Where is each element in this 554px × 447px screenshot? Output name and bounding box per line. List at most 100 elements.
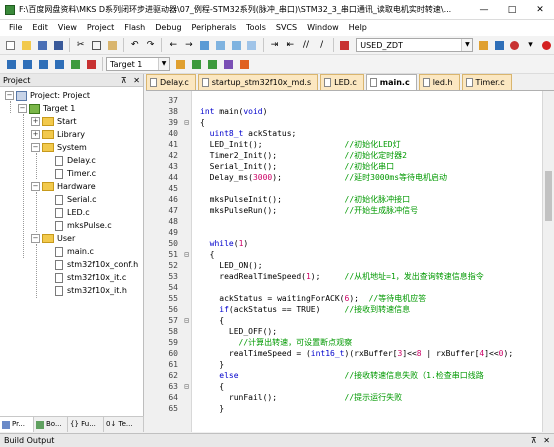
find-icon[interactable]: [476, 38, 490, 52]
code-line[interactable]: 49: [146, 227, 542, 238]
code-line[interactable]: 50 while(1): [146, 238, 542, 249]
code-line[interactable]: 52 LED_ON();: [146, 260, 542, 271]
collapse-icon[interactable]: −: [18, 104, 27, 113]
menu-help[interactable]: Help: [344, 20, 372, 36]
code-line[interactable]: 53 readRealTimeSpeed(1); //从机地址=1，发出查询转速…: [146, 271, 542, 282]
code-line[interactable]: 65 }: [146, 403, 542, 414]
rebuild-icon[interactable]: [36, 57, 50, 71]
tab-functions[interactable]: {} Fu...: [68, 417, 104, 432]
collapse-icon[interactable]: −: [31, 182, 40, 191]
tree-file[interactable]: LED.c: [0, 206, 143, 219]
close-icon[interactable]: ✕: [543, 436, 550, 445]
menu-tools[interactable]: Tools: [241, 20, 271, 36]
save-all-icon[interactable]: [51, 38, 65, 52]
menu-svcs[interactable]: SVCS: [271, 20, 302, 36]
tree-file[interactable]: Timer.c: [0, 167, 143, 180]
tree-root-project[interactable]: − Project: Project: [0, 89, 143, 102]
bookmark-prev-icon[interactable]: [214, 38, 228, 52]
collapse-icon[interactable]: −: [5, 91, 14, 100]
bookmark-clear-icon[interactable]: [245, 38, 259, 52]
code-line[interactable]: 54: [146, 282, 542, 293]
tree-group-user[interactable]: − User: [0, 232, 143, 245]
vertical-scrollbar[interactable]: [542, 91, 554, 432]
incremental-find-icon[interactable]: [492, 38, 506, 52]
code-line[interactable]: 45: [146, 183, 542, 194]
code-line[interactable]: 64 runFail(); //提示运行失败: [146, 392, 542, 403]
tab-templates[interactable]: 0↓ Te...: [104, 417, 144, 432]
manage-components-icon[interactable]: [205, 57, 219, 71]
debug-session-icon[interactable]: [508, 38, 522, 52]
tree-target[interactable]: − Target 1: [0, 102, 143, 115]
tree-file[interactable]: stm32f10x_it.c: [0, 271, 143, 284]
paste-icon[interactable]: [105, 38, 119, 52]
maximize-button[interactable]: □: [498, 0, 526, 20]
tab-timer-c[interactable]: Timer.c: [461, 74, 512, 90]
expand-icon[interactable]: +: [31, 130, 40, 139]
menu-window[interactable]: Window: [302, 20, 344, 36]
tab-books[interactable]: Bo...: [34, 417, 68, 432]
code-line[interactable]: 38 int main(void): [146, 106, 542, 117]
code-line[interactable]: 55 ackStatus = waitingForACK(6); //等待电机应…: [146, 293, 542, 304]
target-options-icon[interactable]: [173, 57, 187, 71]
target-combo[interactable]: USED_ZDT ▼: [356, 38, 474, 52]
close-icon[interactable]: ✕: [133, 76, 140, 85]
fold-toggle-icon[interactable]: ⊟: [182, 315, 191, 326]
tree-file[interactable]: main.c: [0, 245, 143, 258]
nav-forward-icon[interactable]: →: [182, 38, 196, 52]
tree-file[interactable]: stm32f10x_it.h: [0, 284, 143, 297]
expand-icon[interactable]: +: [31, 117, 40, 126]
debug-dropdown-icon[interactable]: ▾: [524, 38, 538, 52]
new-file-icon[interactable]: [4, 38, 18, 52]
close-button[interactable]: ✕: [526, 0, 554, 20]
tree-file[interactable]: Serial.c: [0, 193, 143, 206]
tree-file[interactable]: stm32f10x_conf.h: [0, 258, 143, 271]
tab-delay-c[interactable]: Delay.c: [146, 74, 196, 90]
tree-file[interactable]: mksPulse.c: [0, 219, 143, 232]
menu-debug[interactable]: Debug: [150, 20, 186, 36]
code-line[interactable]: 56 if(ackStatus == TRUE) //接收到转速信息: [146, 304, 542, 315]
code-line[interactable]: 48: [146, 216, 542, 227]
comment-icon[interactable]: //: [299, 38, 313, 52]
load-icon[interactable]: [68, 57, 82, 71]
cut-icon[interactable]: ✂: [74, 38, 88, 52]
select-packs-icon[interactable]: [237, 57, 251, 71]
code-line[interactable]: 40 uint8_t ackStatus;: [146, 128, 542, 139]
code-line[interactable]: 61 }: [146, 359, 542, 370]
tab-main-c[interactable]: main.c: [365, 74, 417, 90]
tree-group-hardware[interactable]: − Hardware: [0, 180, 143, 193]
scrollbar-thumb[interactable]: [545, 171, 552, 221]
code-line[interactable]: 37: [146, 95, 542, 106]
code-line[interactable]: 51 ⊟ {: [146, 249, 542, 260]
code-line[interactable]: 47 mksPulseRun(); //开始生成脉冲信号: [146, 205, 542, 216]
unindent-icon[interactable]: ⇤: [283, 38, 297, 52]
fold-toggle-icon[interactable]: ⊟: [182, 117, 191, 128]
tree-group-system[interactable]: − System: [0, 141, 143, 154]
save-icon[interactable]: [35, 38, 49, 52]
undo-icon[interactable]: ↶: [128, 38, 142, 52]
open-folder-icon[interactable]: [20, 38, 34, 52]
fold-toggle-icon[interactable]: ⊟: [182, 381, 191, 392]
code-line[interactable]: 46 mksPulseInit(); //初始化脉冲接口: [146, 194, 542, 205]
menu-project[interactable]: Project: [82, 20, 119, 36]
nav-back-icon[interactable]: ←: [166, 38, 180, 52]
code-line[interactable]: 42 Timer2_Init(); //初始化定时器2: [146, 150, 542, 161]
code-line[interactable]: 39 ⊟ {: [146, 117, 542, 128]
compile-icon[interactable]: [4, 57, 18, 71]
menu-peripherals[interactable]: Peripherals: [187, 20, 242, 36]
build-target-combo[interactable]: Target 1 ▼: [106, 57, 170, 71]
code-line[interactable]: 60 realTimeSpeed = (int16_t)(rxBuffer[3]…: [146, 348, 542, 359]
code-line[interactable]: 57 ⊟ {: [146, 315, 542, 326]
menu-flash[interactable]: Flash: [119, 20, 150, 36]
indent-icon[interactable]: ⇥: [268, 38, 282, 52]
pack-installer-icon[interactable]: [221, 57, 235, 71]
code-line[interactable]: 43 Serial_Init(); //初始化串口: [146, 161, 542, 172]
file-extensions-icon[interactable]: [189, 57, 203, 71]
bookmark-next-icon[interactable]: [229, 38, 243, 52]
menu-file[interactable]: File: [4, 20, 27, 36]
tab-project[interactable]: Pr...: [0, 417, 34, 432]
uncomment-icon[interactable]: /: [315, 38, 329, 52]
collapse-icon[interactable]: −: [31, 234, 40, 243]
tab-led-c[interactable]: LED.c: [320, 74, 364, 90]
code-line[interactable]: 44 Delay_ms(3000); //延时3000ms等待电机启动: [146, 172, 542, 183]
copy-icon[interactable]: [90, 38, 104, 52]
